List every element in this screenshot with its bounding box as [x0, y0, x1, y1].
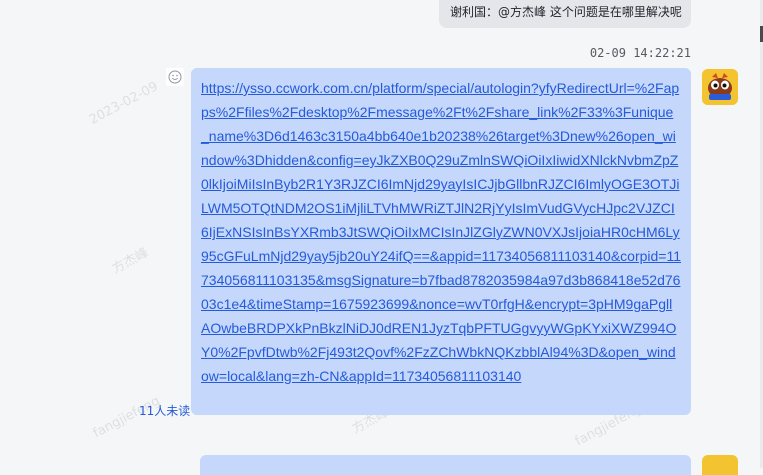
next-sender-avatar[interactable]	[702, 455, 738, 475]
cartoon-character-avatar	[702, 69, 738, 105]
unread-count-status[interactable]: 11人未读	[139, 402, 190, 419]
message-bubble[interactable]: https://ysso.ccwork.com.cn/platform/spec…	[191, 68, 691, 415]
watermark-date: 2023-02-09	[86, 79, 161, 128]
previous-message-text: 谢利国：@方杰峰 这个问题是在哪里解决呢	[450, 5, 682, 19]
sender-avatar[interactable]	[702, 69, 738, 105]
smiley-face-icon	[168, 70, 182, 84]
add-reaction-button[interactable]	[166, 68, 184, 86]
previous-message-bubble[interactable]: 谢利国：@方杰峰 这个问题是在哪里解决呢	[439, 0, 691, 28]
next-message-bubble[interactable]	[200, 455, 691, 475]
message-link[interactable]: https://ysso.ccwork.com.cn/platform/spec…	[201, 76, 681, 388]
message-timestamp: 02-09 14:22:21	[589, 46, 691, 60]
watermark-name: 方杰峰	[109, 245, 152, 278]
